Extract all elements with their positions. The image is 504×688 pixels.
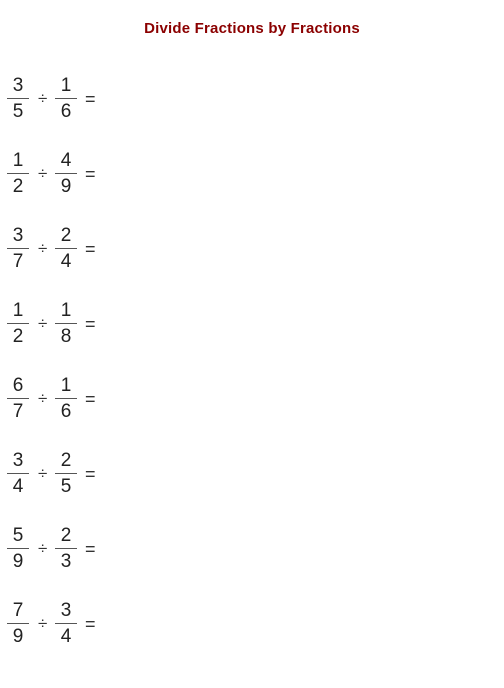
dividend-fraction: 3 5 xyxy=(7,75,29,125)
numerator: 3 xyxy=(12,75,24,96)
denominator: 3 xyxy=(60,551,72,572)
denominator: 5 xyxy=(12,101,24,122)
fraction-bar xyxy=(55,98,77,99)
denominator: 5 xyxy=(60,476,72,497)
divide-sign: ÷ xyxy=(38,614,48,633)
fraction-bar xyxy=(55,473,77,474)
fraction-bar xyxy=(7,548,29,549)
equals-sign: = xyxy=(85,89,96,109)
divide-sign: ÷ xyxy=(38,314,48,333)
denominator: 2 xyxy=(12,326,24,347)
dividend-fraction: 3 7 xyxy=(7,225,29,275)
equals-sign: = xyxy=(85,389,96,409)
denominator: 7 xyxy=(12,401,24,422)
denominator: 7 xyxy=(12,251,24,272)
divide-sign: ÷ xyxy=(38,164,48,183)
divide-sign: ÷ xyxy=(38,239,48,258)
divisor-fraction: 2 5 xyxy=(55,450,77,500)
denominator: 6 xyxy=(60,101,72,122)
divide-sign: ÷ xyxy=(38,464,48,483)
equals-sign: = xyxy=(85,614,96,634)
numerator: 1 xyxy=(60,300,72,321)
problem-1: 3 5 ÷ 1 6 = xyxy=(7,75,117,125)
denominator: 9 xyxy=(12,626,24,647)
numerator: 1 xyxy=(60,75,72,96)
fraction-bar xyxy=(55,548,77,549)
denominator: 6 xyxy=(60,401,72,422)
fraction-bar xyxy=(55,173,77,174)
fraction-bar xyxy=(7,473,29,474)
fraction-bar xyxy=(7,173,29,174)
equals-sign: = xyxy=(85,164,96,184)
denominator: 4 xyxy=(60,251,72,272)
fraction-bar xyxy=(55,398,77,399)
numerator: 4 xyxy=(60,150,72,171)
problem-4: 1 2 ÷ 1 8 = xyxy=(7,300,117,350)
dividend-fraction: 5 9 xyxy=(7,525,29,575)
fraction-bar xyxy=(7,98,29,99)
divisor-fraction: 1 6 xyxy=(55,375,77,425)
denominator: 2 xyxy=(12,176,24,197)
fraction-bar xyxy=(55,323,77,324)
numerator: 1 xyxy=(12,150,24,171)
divisor-fraction: 2 3 xyxy=(55,525,77,575)
divisor-fraction: 2 4 xyxy=(55,225,77,275)
fraction-bar xyxy=(55,623,77,624)
numerator: 3 xyxy=(12,450,24,471)
denominator: 8 xyxy=(60,326,72,347)
equals-sign: = xyxy=(85,239,96,259)
numerator: 5 xyxy=(12,525,24,546)
denominator: 9 xyxy=(12,551,24,572)
divide-sign: ÷ xyxy=(38,89,48,108)
numerator: 1 xyxy=(60,375,72,396)
dividend-fraction: 1 2 xyxy=(7,300,29,350)
equals-sign: = xyxy=(85,539,96,559)
equals-sign: = xyxy=(85,464,96,484)
dividend-fraction: 6 7 xyxy=(7,375,29,425)
numerator: 2 xyxy=(60,525,72,546)
divisor-fraction: 4 9 xyxy=(55,150,77,200)
divisor-fraction: 3 4 xyxy=(55,600,77,650)
numerator: 2 xyxy=(60,225,72,246)
divide-sign: ÷ xyxy=(38,389,48,408)
fraction-bar xyxy=(7,248,29,249)
numerator: 1 xyxy=(12,300,24,321)
problem-7: 5 9 ÷ 2 3 = xyxy=(7,525,117,575)
fraction-bar xyxy=(7,623,29,624)
dividend-fraction: 7 9 xyxy=(7,600,29,650)
problem-5: 6 7 ÷ 1 6 = xyxy=(7,375,117,425)
numerator: 6 xyxy=(12,375,24,396)
dividend-fraction: 3 4 xyxy=(7,450,29,500)
dividend-fraction: 1 2 xyxy=(7,150,29,200)
divisor-fraction: 1 6 xyxy=(55,75,77,125)
denominator: 4 xyxy=(12,476,24,497)
fraction-bar xyxy=(55,248,77,249)
problem-8: 7 9 ÷ 3 4 = xyxy=(7,600,117,650)
numerator: 7 xyxy=(12,600,24,621)
numerator: 2 xyxy=(60,450,72,471)
equals-sign: = xyxy=(85,314,96,334)
problem-6: 3 4 ÷ 2 5 = xyxy=(7,450,117,500)
numerator: 3 xyxy=(60,600,72,621)
denominator: 4 xyxy=(60,626,72,647)
divisor-fraction: 1 8 xyxy=(55,300,77,350)
denominator: 9 xyxy=(60,176,72,197)
divide-sign: ÷ xyxy=(38,539,48,558)
problem-3: 3 7 ÷ 2 4 = xyxy=(7,225,117,275)
problem-2: 1 2 ÷ 4 9 = xyxy=(7,150,117,200)
numerator: 3 xyxy=(12,225,24,246)
fraction-bar xyxy=(7,323,29,324)
fraction-bar xyxy=(7,398,29,399)
worksheet-title: Divide Fractions by Fractions xyxy=(144,20,360,37)
